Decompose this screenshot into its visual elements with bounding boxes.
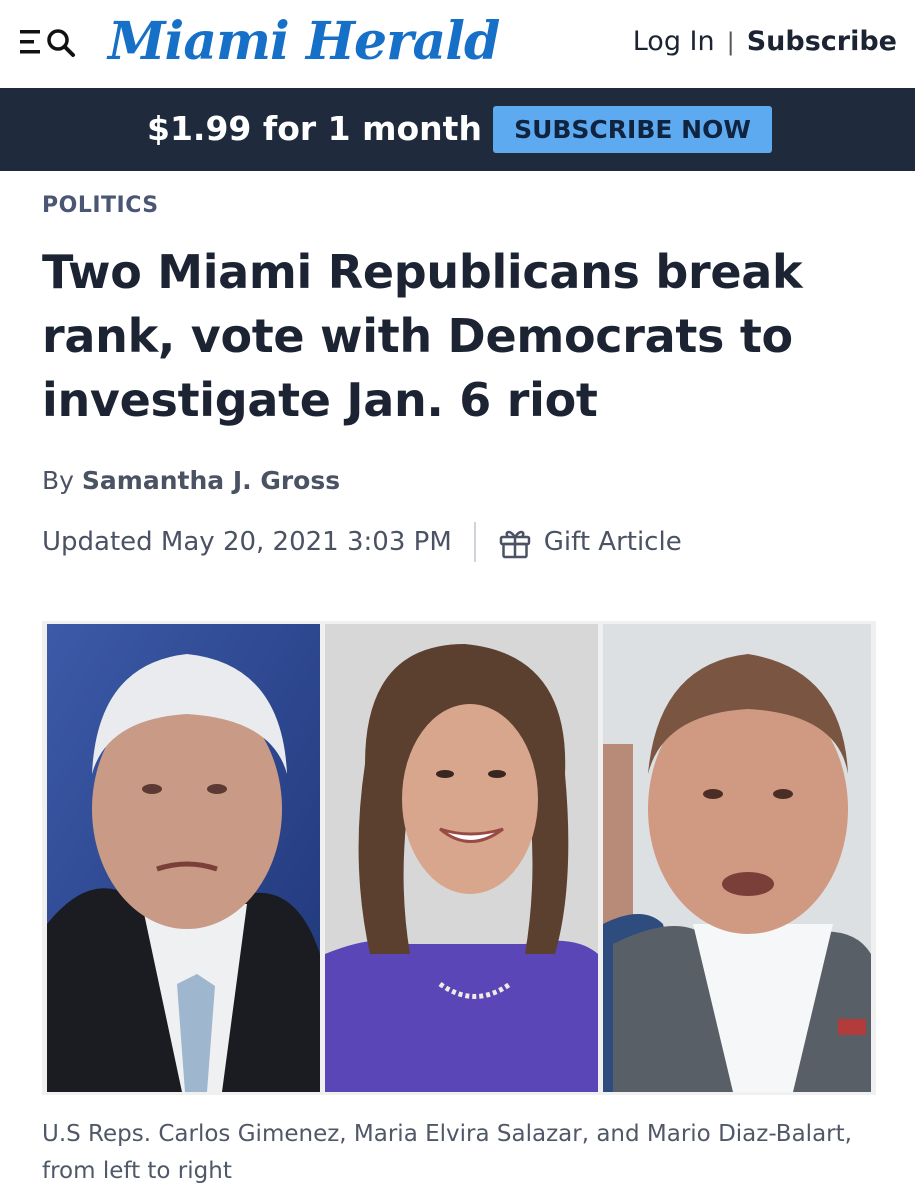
auth-links: Log In | Subscribe <box>633 24 897 59</box>
photo-panel-center <box>325 624 598 1092</box>
promo-banner: $1.99 for 1 month <box>0 88 915 171</box>
author-link[interactable]: Samantha J. Gross <box>82 466 340 495</box>
promo-price: $1.99 for 1 month <box>147 109 482 148</box>
menu-icon <box>20 29 75 57</box>
subscribe-now-button[interactable]: SUBSCRIBE NOW <box>493 106 772 153</box>
byline: By Samantha J. Gross <box>42 464 340 498</box>
lead-photo[interactable] <box>42 621 876 1095</box>
article-meta: Updated May 20, 2021 3:03 PM Gift Articl… <box>42 522 682 562</box>
search-icon <box>47 29 75 57</box>
auth-separator: | <box>726 28 735 56</box>
meta-divider <box>473 522 476 562</box>
photo-panel-right <box>603 624 871 1092</box>
section-label[interactable]: POLITICS <box>42 192 159 220</box>
menu-search-button[interactable] <box>18 26 80 58</box>
article-headline: Two Miami Republicans break rank, vote w… <box>42 245 803 427</box>
gift-article-label: Gift Article <box>543 527 682 557</box>
byline-prefix: By <box>42 466 74 495</box>
photo-panel-left <box>47 624 320 1092</box>
updated-timestamp: Updated May 20, 2021 3:03 PM <box>42 527 452 557</box>
gift-icon <box>499 530 531 558</box>
subscribe-link[interactable]: Subscribe <box>747 26 897 57</box>
site-header: Miami Herald Log In | Subscribe <box>0 0 915 88</box>
site-logo[interactable]: Miami Herald <box>108 10 500 74</box>
photo-caption: U.S Reps. Carlos Gimenez, Maria Elvira S… <box>42 1121 852 1184</box>
login-link[interactable]: Log In <box>633 26 715 57</box>
gift-article-button[interactable]: Gift Article <box>498 523 682 561</box>
